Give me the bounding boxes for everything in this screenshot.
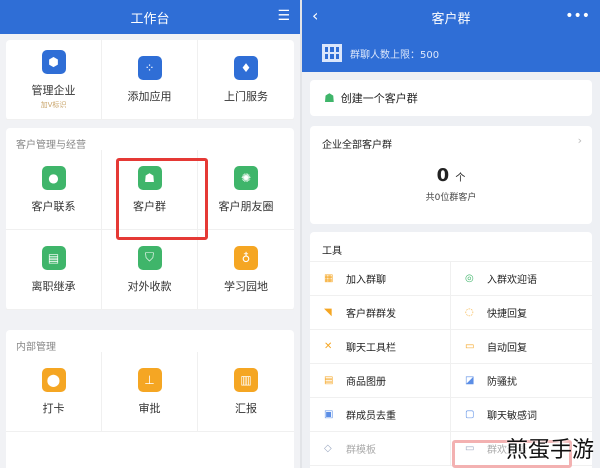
location-icon: ⬤ (41, 367, 66, 392)
apps-add-icon: ⁘ (137, 55, 162, 80)
section-title-internal: 内部管理 (16, 342, 56, 353)
group-limit-text: 群聊人数上限：500 (350, 49, 440, 61)
page-title: 工作台 (130, 11, 170, 27)
group-count: 0 个 (310, 165, 592, 186)
list-settings-icon[interactable]: ☰ (277, 8, 290, 24)
dedupe-icon: ▣ (324, 409, 334, 420)
clock-in-button[interactable]: ⬤ 打卡 (6, 352, 102, 432)
tool-label: 加入群聊 (346, 275, 386, 286)
learning-garden-label: 学习园地 (224, 279, 268, 293)
watermark: 煎蛋手游 (505, 438, 594, 463)
tool-anti-harassment[interactable]: ◪ 防骚扰 (451, 364, 592, 398)
group-customer-caption: 共0位群客户 (425, 193, 477, 203)
tool-member-dedupe[interactable]: ▣ 群成员去重 (310, 398, 451, 432)
tool-chat-toolbar[interactable]: ✕ 聊天工具栏 (310, 330, 451, 364)
moments-icon: ✺ (234, 165, 258, 190)
all-groups-title: 企业全部客户群 (322, 140, 392, 151)
chat-icon: ● (41, 165, 66, 190)
group-count-value: 0 (436, 165, 450, 186)
tool-sensitive-words[interactable]: ▢ 聊天敏感词 (451, 398, 592, 432)
highlight-box-customer-group (116, 158, 208, 240)
tools-title: 工具 (310, 232, 592, 262)
tool-label: 商品图册 (346, 377, 386, 388)
quick-reply-icon: ◌ (465, 307, 474, 318)
customer-moments-button[interactable]: ✺ 客户朋友圈 (198, 150, 294, 230)
toolbar-icon: ✕ (324, 341, 333, 352)
tool-label: 群模板 (346, 445, 376, 456)
tie-icon: ♦ (234, 55, 258, 80)
report-icon: ▥ (234, 367, 258, 392)
verified-badge-label: 加V标识 (40, 100, 67, 109)
tool-label: 聊天敏感词 (487, 411, 537, 422)
customer-contact-label: 客户联系 (31, 199, 76, 213)
grid-icon (322, 44, 342, 62)
auto-reply-icon: ▭ (465, 341, 475, 352)
learning-garden-button[interactable]: ♁ 学习园地 (198, 230, 294, 310)
create-group-button[interactable]: ☗ 创建一个客户群 (310, 80, 592, 116)
hexagon-icon: ⬢ (41, 49, 66, 74)
page-title: 客户群 (431, 11, 471, 27)
stamp-icon: ⊥ (137, 367, 162, 392)
tool-label: 自动回复 (487, 343, 527, 354)
sensitive-word-icon: ▢ (465, 409, 475, 420)
group-limit-banner: 群聊人数上限：500 (302, 34, 600, 72)
internal-section-card: 内部管理 ⬤ 打卡 ⊥ 审批 ▥ 汇报 (6, 330, 294, 468)
report-button[interactable]: ▥ 汇报 (198, 352, 294, 432)
manage-enterprise-button[interactable]: ⬢ 管理企业 加V标识 (6, 40, 102, 120)
tool-auto-reply[interactable]: ▭ 自动回复 (451, 330, 592, 364)
back-icon[interactable]: ‹ (312, 6, 318, 25)
external-payment-label: 对外收款 (127, 279, 172, 293)
tool-join-welcome[interactable]: ◎ 入群欢迎语 (451, 262, 592, 296)
resign-inherit-button[interactable]: ▤ 离职继承 (6, 230, 102, 310)
document-icon: ▤ (41, 245, 66, 270)
resign-inherit-label: 离职继承 (31, 279, 76, 293)
onsite-service-label: 上门服务 (224, 89, 268, 103)
tool-label: 客户群群发 (346, 309, 396, 320)
approval-label: 审批 (138, 401, 161, 415)
customer-group-header: ‹ 客户群 ••• (302, 0, 600, 34)
workbench-header: 工作台 ☰ (0, 0, 300, 34)
tool-label: 防骚扰 (487, 377, 517, 388)
customer-group-panel: ‹ 客户群 ••• 群聊人数上限：500 ☗ 创建一个客户群 企业全部客户群 ›… (302, 0, 600, 468)
tool-join-group[interactable]: ▦ 加入群聊 (310, 262, 451, 296)
onsite-service-button[interactable]: ♦ 上门服务 (198, 40, 294, 120)
tool-label: 入群欢迎语 (487, 275, 537, 286)
more-icon[interactable]: ••• (565, 8, 590, 24)
chevron-right-icon: › (577, 134, 582, 147)
planet-icon: ♁ (234, 245, 258, 270)
manage-enterprise-label: 管理企业 (31, 83, 76, 97)
broadcast-icon: ◥ (324, 307, 332, 318)
workbench-panel: 工作台 ☰ ⬢ 管理企业 加V标识 ⁘ 添加应用 ♦ 上门服务 客户管理与经营 … (0, 0, 300, 468)
tool-quick-reply[interactable]: ◌ 快捷回复 (451, 296, 592, 330)
payment-icon: ⛉ (137, 245, 162, 270)
welcome-icon: ◎ (465, 273, 474, 284)
tool-label: 群成员去重 (346, 411, 396, 422)
add-group-icon: ☗ (324, 91, 335, 105)
clock-in-label: 打卡 (42, 401, 65, 415)
customer-moments-label: 客户朋友圈 (218, 199, 274, 213)
template-icon: ◇ (324, 443, 332, 454)
tool-label: 聊天工具栏 (346, 343, 396, 354)
qr-icon: ▦ (324, 273, 334, 284)
add-app-button[interactable]: ⁘ 添加应用 (102, 40, 198, 120)
report-label: 汇报 (235, 401, 257, 415)
add-app-label: 添加应用 (127, 89, 172, 103)
create-group-label: 创建一个客户群 (340, 92, 418, 105)
external-payment-button[interactable]: ⛉ 对外收款 (102, 230, 198, 310)
top-apps-card: ⬢ 管理企业 加V标识 ⁘ 添加应用 ♦ 上门服务 (6, 40, 294, 120)
all-groups-card[interactable]: 企业全部客户群 › 0 个 共0位群客户 (310, 126, 592, 224)
tool-group-template[interactable]: ◇ 群模板 (310, 432, 451, 466)
shield-icon: ◪ (465, 375, 475, 386)
tool-product-catalog[interactable]: ▤ 商品图册 (310, 364, 451, 398)
customer-contact-button[interactable]: ● 客户联系 (6, 150, 102, 230)
tool-label: 快捷回复 (487, 309, 527, 320)
catalog-icon: ▤ (324, 375, 334, 386)
approval-button[interactable]: ⊥ 审批 (102, 352, 198, 432)
tool-group-broadcast[interactable]: ◥ 客户群群发 (310, 296, 451, 330)
group-count-unit: 个 (455, 173, 466, 184)
section-title-customer: 客户管理与经营 (16, 140, 86, 151)
